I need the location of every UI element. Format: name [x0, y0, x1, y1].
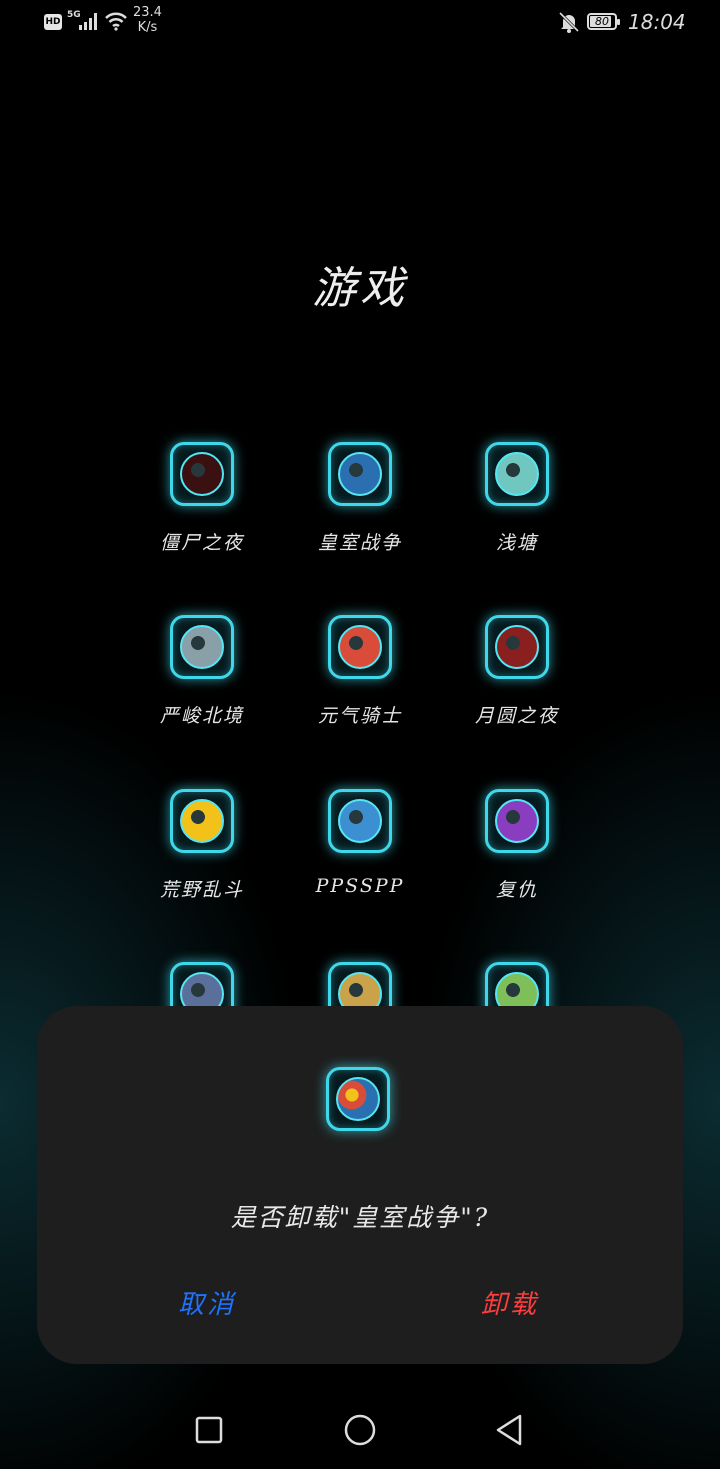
dialog-message: 是否卸载"皇室战争"? — [230, 1203, 490, 1232]
uninstall-button[interactable]: 卸载 — [410, 1284, 610, 1321]
app-icon-frame[interactable] — [485, 615, 549, 679]
app-icon-frame[interactable] — [170, 789, 234, 853]
app-item[interactable]: 皇室战争 — [280, 442, 440, 555]
app-icon-frame[interactable] — [328, 615, 392, 679]
wifi-icon — [105, 12, 127, 31]
app-item[interactable]: 月圆之夜 — [437, 615, 597, 728]
bell-muted-icon — [558, 11, 580, 33]
recent-apps-icon[interactable] — [189, 1410, 229, 1450]
app-icon-frame[interactable] — [170, 442, 234, 506]
app-icon-frame[interactable] — [328, 442, 392, 506]
app-item[interactable]: 严峻北境 — [122, 615, 282, 728]
cancel-button[interactable]: 取消 — [107, 1284, 307, 1321]
home-icon[interactable] — [340, 1410, 380, 1450]
folder-title[interactable]: 游戏 — [0, 252, 720, 316]
home-screen: HD 5G 23.4 K/s 80 18:04 游戏 僵尸之夜 皇室战争 浅塘 … — [0, 0, 720, 1469]
revenge-hero-icon — [495, 799, 539, 843]
network-speed: 23.4 K/s — [133, 5, 162, 35]
app-label: 荒野乱斗 — [159, 879, 244, 901]
app-item[interactable]: 荒野乱斗 — [122, 789, 282, 902]
app-icon-frame[interactable] — [485, 442, 549, 506]
back-icon[interactable] — [490, 1410, 530, 1450]
signal-icon — [79, 13, 97, 30]
status-time: 18:04 — [628, 10, 686, 34]
app-icon-frame[interactable] — [485, 789, 549, 853]
hd-icon: HD — [44, 14, 62, 30]
app-label: PPSSPP — [315, 875, 405, 897]
battery-icon: 80 — [587, 13, 620, 30]
app-item[interactable]: PPSSPP — [280, 789, 440, 897]
knight-helmet-icon — [180, 625, 224, 669]
speed-value: 23.4 — [133, 5, 162, 20]
clash-royale-icon — [336, 1077, 380, 1121]
app-label: 元气骑士 — [317, 705, 402, 727]
app-icon-frame[interactable] — [170, 615, 234, 679]
app-icon-frame[interactable] — [328, 789, 392, 853]
battery-level: 80 — [595, 15, 609, 28]
zombie-hand-icon — [180, 452, 224, 496]
app-label: 严峻北境 — [159, 705, 244, 727]
app-label: 复仇 — [495, 879, 538, 901]
app-label: 浅塘 — [495, 532, 538, 554]
app-label: 皇室战争 — [317, 532, 402, 554]
soul-knight-icon — [338, 625, 382, 669]
app-label: 月圆之夜 — [474, 705, 559, 727]
app-item[interactable]: 浅塘 — [437, 442, 597, 555]
full-moon-spiral-icon — [495, 625, 539, 669]
brawl-stars-skull-icon — [180, 799, 224, 843]
status-bar: HD 5G 23.4 K/s 80 18:04 — [0, 0, 720, 44]
clash-royale-icon — [338, 452, 382, 496]
pond-icon — [495, 452, 539, 496]
app-label: 僵尸之夜 — [159, 532, 244, 554]
app-item[interactable]: 僵尸之夜 — [122, 442, 282, 555]
ppsspp-icon — [338, 799, 382, 843]
speed-unit: K/s — [137, 20, 158, 35]
app-item[interactable]: 复仇 — [437, 789, 597, 902]
app-item[interactable]: 元气骑士 — [280, 615, 440, 728]
uninstall-dialog: 是否卸载"皇室战争"? 取消 卸载 — [37, 1006, 683, 1364]
dialog-app-icon — [326, 1067, 390, 1131]
